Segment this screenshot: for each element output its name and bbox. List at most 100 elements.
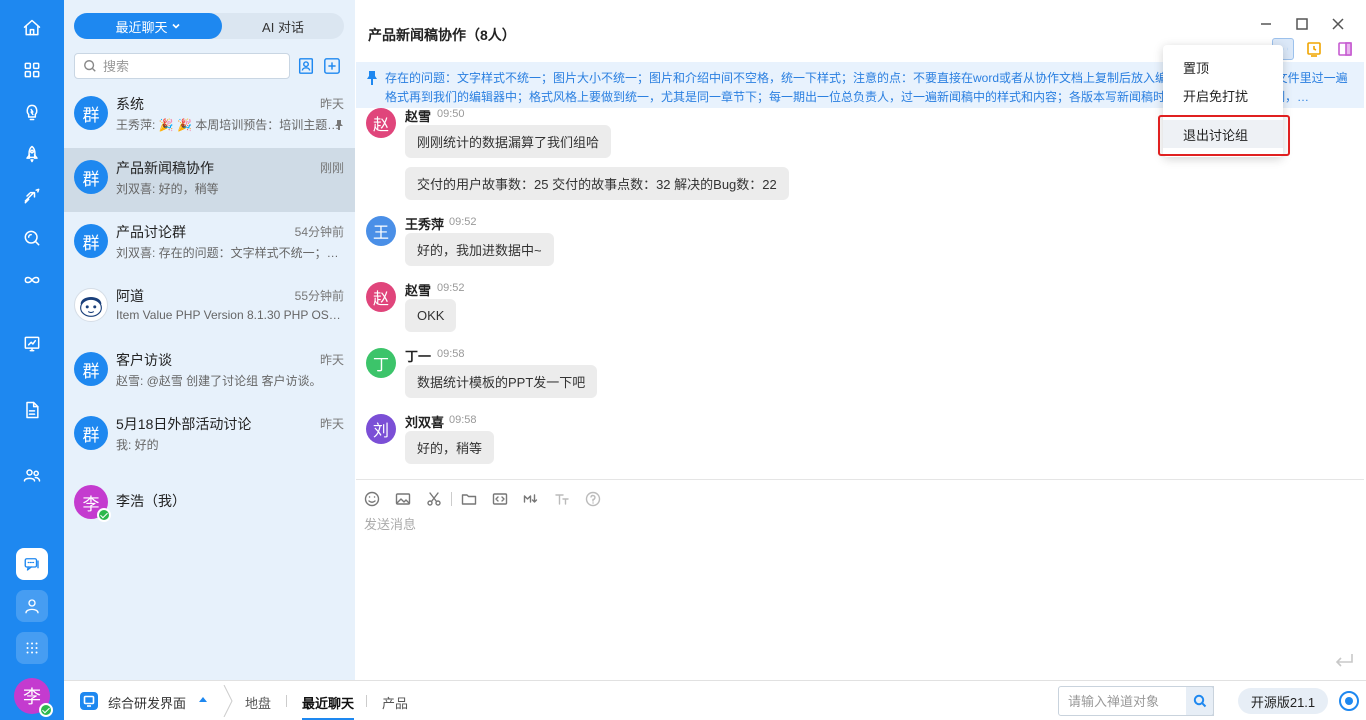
chat-icon[interactable]	[16, 548, 48, 580]
message-bubble[interactable]: OKK	[405, 299, 457, 332]
send-icon[interactable]	[1334, 652, 1354, 670]
conversation-time: 55分钟前	[294, 289, 344, 303]
group-avatar: 群	[74, 160, 108, 194]
zentao-logo-icon[interactable]	[1339, 691, 1359, 711]
object-search-input[interactable]	[1068, 693, 1188, 709]
chat-title: 产品新闻稿协作（8人）	[368, 27, 516, 43]
toolbar-divider	[451, 492, 452, 506]
bottom-tab-recent-chats[interactable]: 最近聊天	[302, 693, 355, 720]
minimize-icon[interactable]	[1256, 14, 1276, 34]
sender-name: 赵雪	[405, 283, 432, 298]
message-bubble[interactable]: 数据统计模板的PPT发一下吧	[405, 365, 598, 398]
search-icon	[84, 60, 96, 72]
sender-avatar[interactable]: 王	[366, 216, 396, 246]
message-bubble[interactable]: 交付的用户故事数：25 交付的故事点数：32 解决的Bug数：22	[405, 167, 789, 200]
message-list: 赵 赵雪 09:50 刚刚统计的数据漏算了我们组哈 交付的用户故事数：25 交付…	[356, 108, 1364, 478]
rocket-icon[interactable]	[18, 140, 46, 168]
conversation-item[interactable]: 群 系统 昨天 王秀萍: 🎉 🎉 本周培训预告：培训主题…	[64, 84, 355, 148]
code-icon[interactable]	[491, 490, 509, 508]
conversation-name: 产品新闻稿协作	[116, 160, 214, 176]
board-icon[interactable]	[18, 330, 46, 358]
message-input[interactable]	[364, 514, 1354, 644]
message-bubble[interactable]: 好的，我加进数据中~	[405, 233, 554, 266]
conversation-name: 5月18日外部活动讨论	[116, 416, 252, 432]
team-icon[interactable]	[18, 461, 46, 489]
tab-divider	[366, 695, 367, 707]
sidebar-toggle-icon[interactable]	[1334, 38, 1356, 60]
document-icon[interactable]	[18, 396, 46, 424]
conversation-item[interactable]: 李 李浩（我）	[64, 468, 355, 532]
bottom-tab-product[interactable]: 产品	[382, 693, 408, 712]
conversation-name: 阿道	[116, 288, 144, 304]
menu-item-pin[interactable]: 置顶	[1163, 53, 1283, 81]
sender-avatar[interactable]: 刘	[366, 414, 396, 444]
user-avatar[interactable]: 李	[14, 678, 53, 717]
menu-item-do-not-disturb[interactable]: 开启免打扰	[1163, 81, 1283, 109]
help-icon[interactable]	[584, 490, 602, 508]
conversation-name: 李浩（我）	[116, 493, 186, 509]
conversation-preview: 赵雪: @赵雪 创建了讨论组 客户访谈。	[116, 374, 322, 388]
contacts-icon[interactable]	[16, 590, 48, 622]
emoji-icon[interactable]	[363, 490, 381, 508]
sender-avatar[interactable]: 赵	[366, 282, 396, 312]
grid-icon[interactable]	[16, 632, 48, 664]
conversation-item[interactable]: 群 5月18日外部活动讨论 昨天 我: 好的	[64, 404, 355, 468]
image-icon[interactable]	[394, 490, 412, 508]
conversation-list-pane: 最近聊天 AI 对话 群 系统 昨天 王秀萍: 🎉 🎉 本周培训预告：培训主题……	[64, 0, 355, 680]
search-icon[interactable]	[18, 224, 46, 252]
history-icon[interactable]	[1303, 38, 1325, 60]
conversation-time: 昨天	[319, 97, 344, 111]
text-format-icon[interactable]	[553, 490, 571, 508]
maximize-icon[interactable]	[1292, 14, 1312, 34]
chevron-down-icon	[171, 23, 180, 29]
workspace-icon[interactable]	[80, 692, 98, 710]
tab-ai-chat[interactable]: AI 对话	[222, 13, 344, 39]
sender-avatar[interactable]: 赵	[366, 108, 396, 138]
sender-name: 赵雪	[405, 109, 432, 124]
message-time: 09:58	[449, 414, 477, 426]
conversation-item[interactable]: 群 产品新闻稿协作 刚刚 刘双喜: 好的，稍等	[64, 148, 355, 212]
conversation-time: 昨天	[319, 417, 344, 431]
version-badge[interactable]: 开源版21.1	[1238, 688, 1328, 714]
list-mode-switch: 最近聊天 AI 对话	[74, 13, 344, 39]
breadcrumb-separator	[222, 684, 234, 718]
robot-avatar-icon	[74, 288, 108, 322]
bottom-bar: 综合研发界面 地盘 最近聊天 产品 开源版21.1	[64, 680, 1366, 720]
group-avatar: 群	[74, 352, 108, 386]
left-rail: 李	[0, 0, 64, 720]
message-bubble[interactable]: 刚刚统计的数据漏算了我们组哈	[405, 125, 612, 158]
folder-icon[interactable]	[460, 490, 478, 508]
conversation-item[interactable]: 阿道 55分钟前 Item Value PHP Version 8.1.30 P…	[64, 276, 355, 340]
highlight-annotation	[1158, 115, 1290, 156]
conversation-preview: 刘双喜: 存在的问题：文字样式不统一；图片…	[116, 246, 342, 260]
message-time: 09:58	[437, 348, 465, 360]
conversation-time: 昨天	[319, 353, 344, 367]
conversation-search[interactable]	[74, 53, 290, 79]
message-time: 09:52	[449, 216, 477, 228]
home-icon[interactable]	[18, 14, 46, 42]
search-input[interactable]	[103, 58, 283, 74]
message-time: 09:52	[437, 282, 465, 294]
sender-avatar[interactable]: 丁	[366, 348, 396, 378]
add-icon[interactable]	[321, 55, 343, 77]
tab-recent-chats[interactable]: 最近聊天	[74, 13, 222, 39]
conversation-time: 刚刚	[319, 161, 344, 175]
apps-icon[interactable]	[18, 56, 46, 84]
pin-icon	[367, 71, 377, 85]
close-icon[interactable]	[1328, 14, 1348, 34]
online-status-icon	[39, 703, 53, 717]
caret-up-icon[interactable]	[199, 697, 207, 702]
contact-card-icon[interactable]	[295, 55, 317, 77]
conversation-item[interactable]: 群 客户访谈 昨天 赵雪: @赵雪 创建了讨论组 客户访谈。	[64, 340, 355, 404]
message-bubble[interactable]: 好的，稍等	[405, 431, 495, 464]
workspace-name[interactable]: 综合研发界面	[108, 693, 186, 712]
infinity-icon[interactable]	[18, 266, 46, 294]
bottom-tab-dashboard[interactable]: 地盘	[245, 693, 271, 712]
conversation-item[interactable]: 群 产品讨论群 54分钟前 刘双喜: 存在的问题：文字样式不统一；图片…	[64, 212, 355, 276]
sprint-icon[interactable]	[18, 182, 46, 210]
lightbulb-icon[interactable]	[18, 98, 46, 126]
search-icon[interactable]	[1186, 686, 1214, 716]
markdown-icon[interactable]	[522, 490, 540, 508]
message-composer	[356, 479, 1364, 680]
screenshot-scissors-icon[interactable]	[425, 490, 443, 508]
